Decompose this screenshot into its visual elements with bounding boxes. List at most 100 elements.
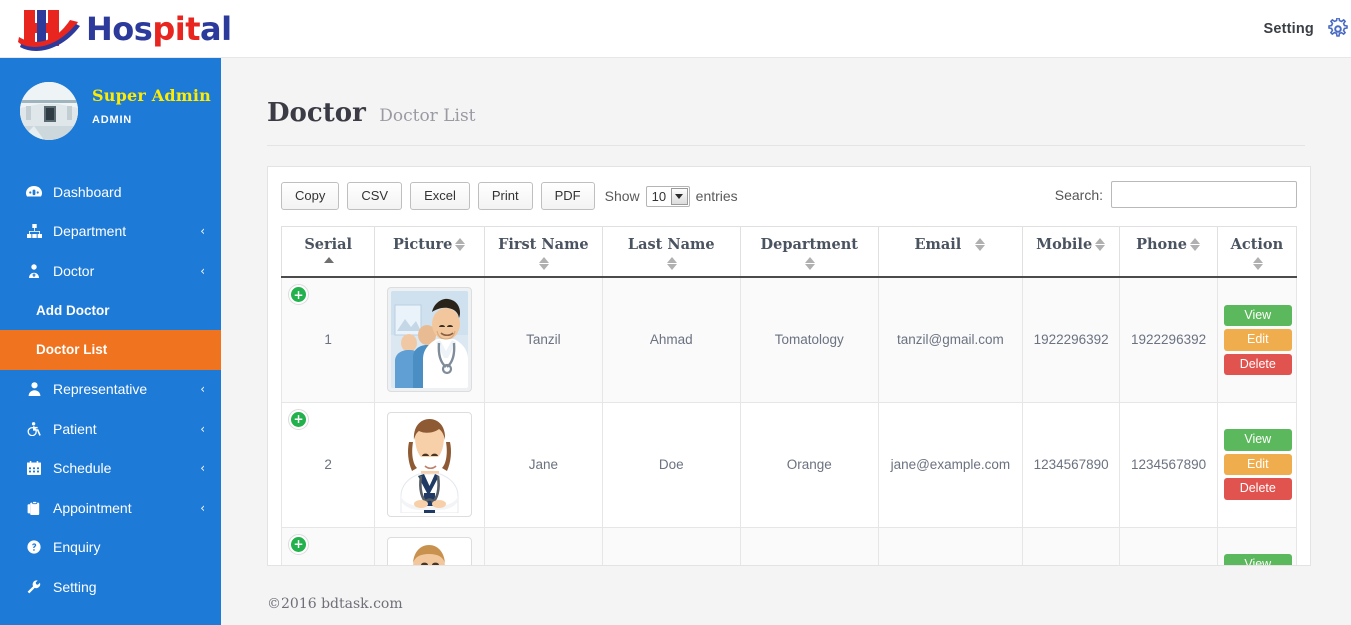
sidebar-item-label: Department xyxy=(53,223,200,239)
sidebar-item-doctor[interactable]: Doctor ‹ xyxy=(0,251,221,291)
sidebar-item-label: Schedule xyxy=(53,460,200,476)
sort-icon xyxy=(1190,238,1201,251)
copy-button[interactable]: Copy xyxy=(281,182,339,210)
sort-icon xyxy=(805,257,816,270)
email-cell: jane@example.com xyxy=(878,402,1022,527)
sidebar-item-label: Dashboard xyxy=(53,184,205,200)
sidebar-item-dashboard[interactable]: Dashboard xyxy=(0,172,221,212)
plus-circle-icon[interactable]: + xyxy=(288,284,309,305)
serial-cell: + xyxy=(282,527,375,566)
view-button[interactable]: View xyxy=(1224,429,1292,451)
panel-inner: Copy CSV Excel Print PDF Show 10 entries xyxy=(268,167,1310,566)
sidebar-item-representative[interactable]: Representative ‹ xyxy=(0,370,221,410)
column-header-last-name[interactable]: Last Name xyxy=(602,227,740,278)
email-cell xyxy=(878,527,1022,566)
sidebar-item-label: Doctor xyxy=(53,263,200,279)
sidebar-item-chevron: ‹ xyxy=(200,422,205,436)
sidebar-item-setting[interactable]: Setting xyxy=(0,567,221,607)
column-label: Picture xyxy=(393,236,452,253)
column-label: Email xyxy=(914,236,961,253)
first-name-cell: Tanzil xyxy=(484,277,602,402)
calendar-icon xyxy=(24,461,44,475)
phone-cell xyxy=(1120,527,1217,566)
column-header-first-name[interactable]: First Name xyxy=(484,227,602,278)
table-row: + xyxy=(282,527,1297,566)
datatable-toolbar: Copy CSV Excel Print PDF Show 10 entries xyxy=(281,179,1297,213)
sidebar-item-patient[interactable]: Patient ‹ xyxy=(0,409,221,449)
sidebar-item-enquiry[interactable]: Enquiry xyxy=(0,528,221,568)
edit-button[interactable]: Edit xyxy=(1224,329,1292,351)
sort-icon xyxy=(539,257,550,270)
picture-cell xyxy=(375,527,485,566)
brand-logo[interactable]: Hospital xyxy=(18,0,232,58)
column-header-department[interactable]: Department xyxy=(740,227,878,278)
brand-title-part1: Hos xyxy=(86,10,152,48)
page-subtitle: Doctor List xyxy=(379,106,475,126)
excel-button[interactable]: Excel xyxy=(410,182,470,210)
column-header-email[interactable]: Email xyxy=(878,227,1022,278)
profile-name: Super Admin xyxy=(92,87,211,105)
mobile-cell: 1922296392 xyxy=(1022,277,1119,402)
sidebar-item-doctor-list[interactable]: Doctor List xyxy=(0,330,221,370)
profile-meta: Super Admin ADMIN xyxy=(92,82,211,126)
user-icon xyxy=(24,382,44,396)
plus-circle-icon[interactable]: + xyxy=(288,534,309,555)
setting-link[interactable]: Setting xyxy=(1263,21,1314,37)
view-button[interactable]: View xyxy=(1224,554,1292,566)
column-label: Last Name xyxy=(628,236,715,253)
table-row: + 2 xyxy=(282,402,1297,527)
sidebar-item-label: Patient xyxy=(53,421,200,437)
page-length-select[interactable]: 10 xyxy=(646,186,690,207)
sidebar-item-appointment[interactable]: Appointment ‹ xyxy=(0,488,221,528)
page-length-select-wrap[interactable]: 10 xyxy=(646,186,690,207)
view-button[interactable]: View xyxy=(1224,305,1292,327)
hospital-h-logo-icon xyxy=(18,6,84,52)
mobile-cell xyxy=(1022,527,1119,566)
avatar[interactable] xyxy=(20,82,78,140)
column-header-phone[interactable]: Phone xyxy=(1120,227,1217,278)
serial-value: 2 xyxy=(324,457,332,472)
brand-title-part3: al xyxy=(200,10,232,48)
delete-button[interactable]: Delete xyxy=(1224,354,1292,376)
sort-icon xyxy=(1253,257,1264,270)
sidebar-item-chevron: ‹ xyxy=(200,264,205,278)
doctor-list-panel: Copy CSV Excel Print PDF Show 10 entries xyxy=(267,166,1311,566)
sort-icon xyxy=(975,238,986,251)
column-header-picture[interactable]: Picture xyxy=(375,227,485,278)
page-header: Doctor Doctor List xyxy=(221,58,1351,128)
sitemap-icon xyxy=(24,224,44,238)
main-content: Doctor Doctor List Copy CSV Excel Print … xyxy=(221,58,1351,625)
sidebar-item-chevron: ‹ xyxy=(200,461,205,475)
edit-button[interactable]: Edit xyxy=(1224,454,1292,476)
page-title: Doctor xyxy=(267,98,366,128)
column-label: Department xyxy=(761,236,858,253)
sidebar-profile: Super Admin ADMIN xyxy=(0,58,221,158)
gear-icon[interactable] xyxy=(1327,18,1349,40)
print-button[interactable]: Print xyxy=(478,182,533,210)
female-doctor-photo-icon xyxy=(391,416,468,513)
column-label: Mobile xyxy=(1036,236,1092,253)
column-header-mobile[interactable]: Mobile xyxy=(1022,227,1119,278)
sidebar-item-label: Enquiry xyxy=(53,539,205,555)
first-name-cell: Jane xyxy=(484,402,602,527)
dashboard-icon xyxy=(24,185,44,199)
sidebar-item-label: Appointment xyxy=(53,500,200,516)
hospital-corridor-avatar-icon xyxy=(20,82,78,140)
doctor-photo xyxy=(387,287,472,392)
csv-button[interactable]: CSV xyxy=(347,182,402,210)
action-cell: View Edit Delete xyxy=(1217,277,1296,402)
wrench-icon xyxy=(24,580,44,594)
delete-button[interactable]: Delete xyxy=(1224,478,1292,500)
sidebar-item-chevron: ‹ xyxy=(200,224,205,238)
search-input[interactable] xyxy=(1111,181,1297,208)
sidebar-item-schedule[interactable]: Schedule ‹ xyxy=(0,449,221,489)
first-name-cell xyxy=(484,527,602,566)
column-label: Phone xyxy=(1136,236,1187,253)
sidebar-item-department[interactable]: Department ‹ xyxy=(0,212,221,252)
column-header-serial[interactable]: Serial xyxy=(282,227,375,278)
header-divider xyxy=(267,145,1305,146)
column-header-action[interactable]: Action xyxy=(1217,227,1296,278)
plus-circle-icon[interactable]: + xyxy=(288,409,309,430)
pdf-button[interactable]: PDF xyxy=(541,182,595,210)
sidebar-item-add-doctor[interactable]: Add Doctor xyxy=(0,291,221,331)
